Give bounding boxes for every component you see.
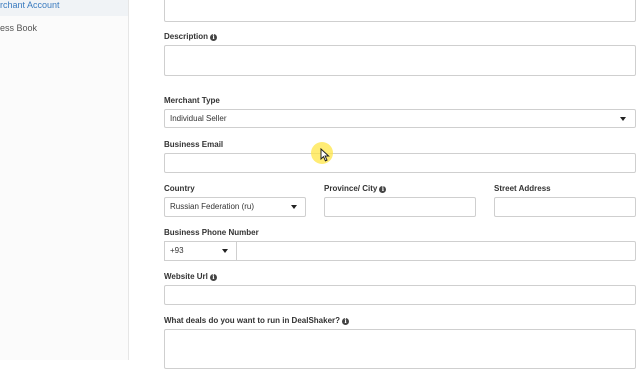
province-city-input[interactable] <box>324 197 476 217</box>
country-select[interactable]: Russian Federation (ru) <box>164 197 306 217</box>
caret-down-icon <box>291 205 297 209</box>
caret-down-icon <box>620 117 626 121</box>
street-address-input[interactable] <box>494 197 636 217</box>
info-icon: i <box>210 34 218 41</box>
business-email-label: Business Email <box>164 140 224 149</box>
caret-down-icon <box>222 249 228 253</box>
country-label: Country <box>164 184 195 193</box>
deals-label: What deals do you want to run in DealSha… <box>164 316 350 326</box>
sidebar-item-address-book[interactable]: ess Book <box>0 17 128 39</box>
merchant-type-select[interactable]: Individual Seller <box>164 109 636 128</box>
business-phone-input[interactable] <box>236 241 636 261</box>
description-input[interactable] <box>164 45 636 76</box>
phone-code-value: +93 <box>170 246 184 255</box>
top-input-field[interactable] <box>164 0 636 22</box>
street-address-label: Street Address <box>494 184 551 193</box>
province-city-label: Province/ City i <box>324 184 387 194</box>
mouse-pointer-icon <box>320 148 330 162</box>
deals-textarea[interactable] <box>164 329 636 369</box>
business-email-input[interactable] <box>164 153 636 173</box>
website-url-input[interactable] <box>164 285 636 305</box>
website-url-label: Website Url i <box>164 272 217 282</box>
info-icon: i <box>342 318 350 325</box>
info-icon: i <box>379 186 387 193</box>
description-label: Description i <box>164 32 218 42</box>
sidebar: rchant Account ess Book <box>0 0 129 360</box>
merchant-type-label: Merchant Type <box>164 96 220 105</box>
info-icon: i <box>209 274 217 281</box>
phone-code-select[interactable]: +93 <box>164 241 237 261</box>
business-phone-label: Business Phone Number <box>164 228 259 237</box>
sidebar-item-label: ess Book <box>0 23 38 33</box>
country-value: Russian Federation (ru) <box>170 202 255 211</box>
sidebar-item-merchant-account[interactable]: rchant Account <box>0 0 128 16</box>
sidebar-item-label: rchant Account <box>0 0 60 10</box>
merchant-type-value: Individual Seller <box>170 114 227 123</box>
